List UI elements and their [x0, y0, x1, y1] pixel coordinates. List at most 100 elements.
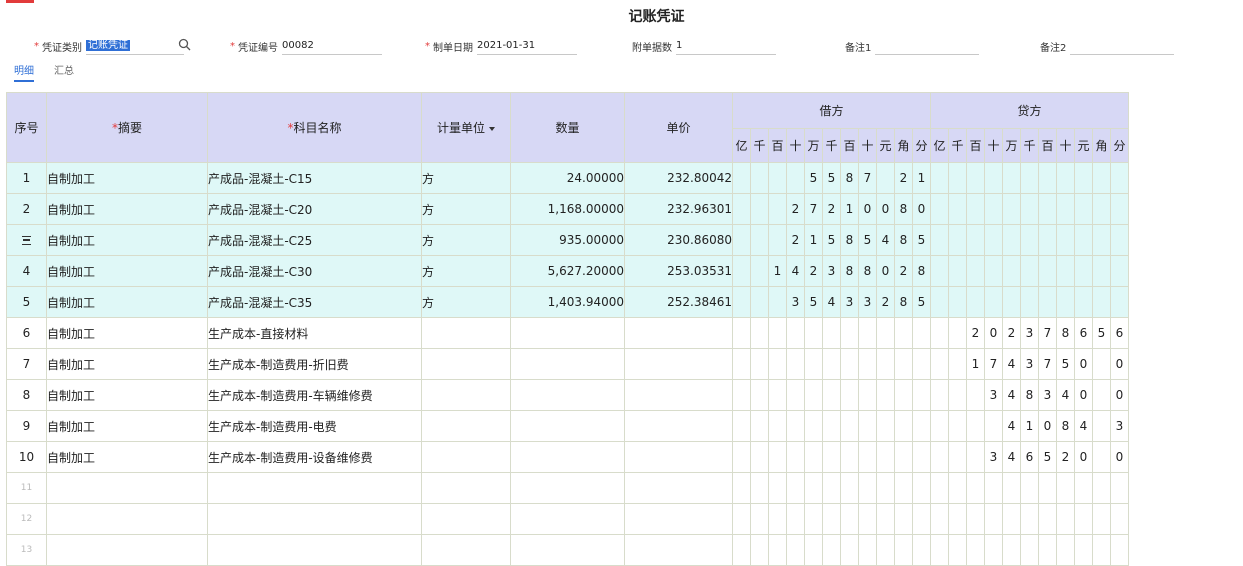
credit-digit-cell[interactable]: 0: [1110, 379, 1129, 411]
row-summary[interactable]: 自制加工: [46, 286, 208, 318]
debit-digit-cell[interactable]: [858, 410, 877, 442]
debit-digit-cell[interactable]: [750, 317, 769, 349]
debit-digit-cell[interactable]: 8: [894, 193, 913, 225]
attachments-input[interactable]: 1: [676, 38, 776, 55]
empty-digit-cell[interactable]: [804, 534, 823, 566]
debit-digit-cell[interactable]: [912, 317, 931, 349]
empty-cell[interactable]: [46, 534, 208, 566]
empty-digit-cell[interactable]: [966, 534, 985, 566]
debit-digit-cell[interactable]: [804, 410, 823, 442]
empty-digit-cell[interactable]: [1038, 503, 1057, 535]
row-summary[interactable]: 自制加工: [46, 255, 208, 287]
row-summary[interactable]: 自制加工: [46, 348, 208, 380]
row-account[interactable]: 生产成本-制造费用-车辆维修费: [207, 379, 422, 411]
row-qty[interactable]: 1,168.00000: [510, 193, 625, 225]
empty-digit-cell[interactable]: [876, 472, 895, 504]
row-qty[interactable]: 935.00000: [510, 224, 625, 256]
row-account[interactable]: 产成品-混凝土-C35: [207, 286, 422, 318]
debit-digit-cell[interactable]: [858, 441, 877, 473]
debit-digit-cell[interactable]: 8: [840, 162, 859, 194]
debit-digit-cell[interactable]: [732, 224, 751, 256]
table-row[interactable]: 7 自制加工 生产成本-制造费用-折旧费 1 7 4 3 7 5 0 0: [6, 348, 1129, 380]
credit-digit-cell[interactable]: [984, 162, 1003, 194]
debit-digit-cell[interactable]: [768, 224, 787, 256]
empty-digit-cell[interactable]: [984, 472, 1003, 504]
credit-digit-cell[interactable]: [966, 441, 985, 473]
credit-digit-cell[interactable]: 3: [1110, 410, 1129, 442]
credit-digit-cell[interactable]: [948, 286, 967, 318]
debit-digit-cell[interactable]: [732, 286, 751, 318]
debit-digit-cell[interactable]: [894, 348, 913, 380]
debit-digit-cell[interactable]: 3: [840, 286, 859, 318]
debit-digit-cell[interactable]: [894, 317, 913, 349]
row-qty[interactable]: [510, 317, 625, 349]
empty-digit-cell[interactable]: [1020, 534, 1039, 566]
empty-cell[interactable]: [510, 472, 625, 504]
debit-digit-cell[interactable]: [804, 317, 823, 349]
row-unit[interactable]: 方: [421, 162, 511, 194]
credit-digit-cell[interactable]: 4: [1056, 379, 1075, 411]
debit-digit-cell[interactable]: [786, 379, 805, 411]
empty-digit-cell[interactable]: [768, 534, 787, 566]
debit-digit-cell[interactable]: 0: [876, 255, 895, 287]
credit-digit-cell[interactable]: [1002, 255, 1021, 287]
credit-digit-cell[interactable]: 8: [1056, 410, 1075, 442]
row-qty[interactable]: [510, 348, 625, 380]
insert-row-icon[interactable]: [22, 236, 31, 245]
empty-digit-cell[interactable]: [1074, 534, 1093, 566]
credit-digit-cell[interactable]: [1110, 162, 1129, 194]
credit-digit-cell[interactable]: [948, 255, 967, 287]
debit-digit-cell[interactable]: [840, 410, 859, 442]
row-seq[interactable]: 4: [6, 255, 47, 287]
row-seq[interactable]: 5: [6, 286, 47, 318]
empty-digit-cell[interactable]: [930, 534, 949, 566]
debit-digit-cell[interactable]: 8: [858, 255, 877, 287]
empty-digit-cell[interactable]: [786, 472, 805, 504]
empty-cell[interactable]: [510, 503, 625, 535]
credit-digit-cell[interactable]: [1002, 193, 1021, 225]
credit-digit-cell[interactable]: [1074, 286, 1093, 318]
row-seq[interactable]: 8: [6, 379, 47, 411]
sort-down-icon[interactable]: [489, 126, 495, 131]
debit-digit-cell[interactable]: [750, 162, 769, 194]
table-row[interactable]: 2 自制加工 产成品-混凝土-C20 方 1,168.00000 232.96301 2 7 2…: [6, 193, 1129, 225]
row-account[interactable]: 产成品-混凝土-C25: [207, 224, 422, 256]
debit-digit-cell[interactable]: [750, 193, 769, 225]
debit-digit-cell[interactable]: 1: [804, 224, 823, 256]
debit-digit-cell[interactable]: [876, 410, 895, 442]
row-account[interactable]: 生产成本-制造费用-设备维修费: [207, 441, 422, 473]
credit-digit-cell[interactable]: [1020, 162, 1039, 194]
credit-digit-cell[interactable]: 4: [1002, 348, 1021, 380]
debit-digit-cell[interactable]: [732, 193, 751, 225]
empty-digit-cell[interactable]: [804, 503, 823, 535]
col-unit[interactable]: 计量单位: [421, 92, 511, 163]
credit-digit-cell[interactable]: [930, 410, 949, 442]
empty-digit-cell[interactable]: [894, 534, 913, 566]
date-input[interactable]: 2021-01-31: [477, 38, 577, 55]
credit-digit-cell[interactable]: 3: [984, 379, 1003, 411]
credit-digit-cell[interactable]: 6: [1074, 317, 1093, 349]
credit-digit-cell[interactable]: [1092, 255, 1111, 287]
row-seq[interactable]: 2: [6, 193, 47, 225]
row-summary[interactable]: 自制加工: [46, 441, 208, 473]
debit-digit-cell[interactable]: [768, 162, 787, 194]
table-row[interactable]: 10 自制加工 生产成本-制造费用-设备维修费 3 4 6 5 2 0 0: [6, 441, 1129, 473]
row-price[interactable]: 232.96301: [624, 193, 733, 225]
credit-digit-cell[interactable]: [966, 379, 985, 411]
empty-cell[interactable]: [421, 503, 511, 535]
debit-digit-cell[interactable]: [732, 255, 751, 287]
debit-digit-cell[interactable]: [750, 379, 769, 411]
credit-digit-cell[interactable]: 0: [1110, 441, 1129, 473]
tab-summary[interactable]: 汇总: [54, 62, 74, 82]
debit-digit-cell[interactable]: [822, 379, 841, 411]
empty-digit-cell[interactable]: [966, 472, 985, 504]
empty-digit-cell[interactable]: [1038, 472, 1057, 504]
debit-digit-cell[interactable]: [732, 410, 751, 442]
credit-digit-cell[interactable]: [1074, 255, 1093, 287]
row-qty[interactable]: [510, 379, 625, 411]
row-account[interactable]: 产成品-混凝土-C15: [207, 162, 422, 194]
debit-digit-cell[interactable]: [768, 410, 787, 442]
debit-digit-cell[interactable]: 3: [858, 286, 877, 318]
search-icon[interactable]: [178, 38, 191, 51]
debit-digit-cell[interactable]: 5: [912, 286, 931, 318]
